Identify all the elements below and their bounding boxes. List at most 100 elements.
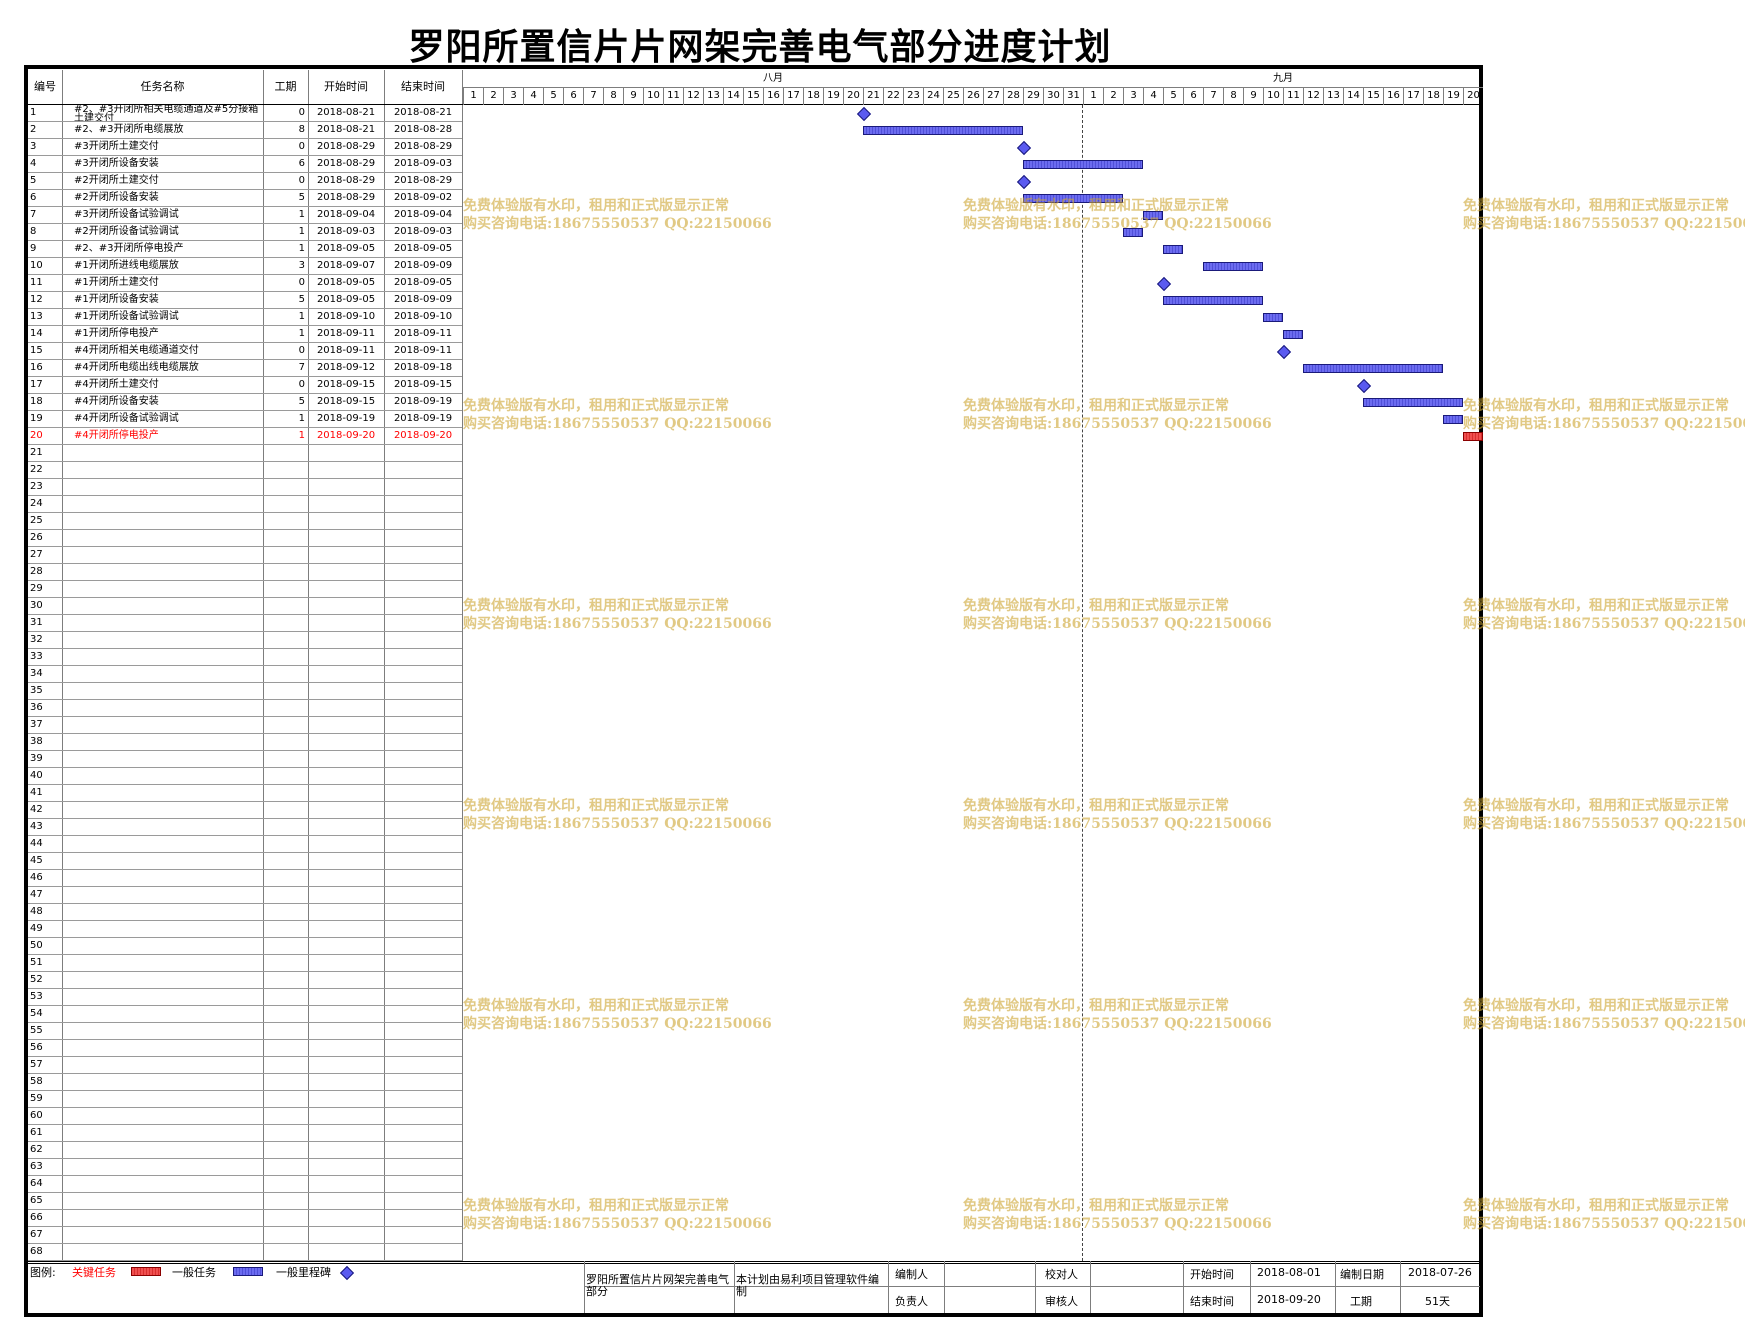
task-name	[62, 564, 263, 580]
task-bar	[1023, 194, 1123, 203]
table-row: 40	[28, 768, 462, 785]
day-label: 24	[923, 88, 943, 105]
task-name	[62, 598, 263, 614]
watermark-text: 免费体验版有水印，租用和正式版显示正常 购买咨询电话:18675550537 QQ…	[1463, 797, 1745, 833]
task-name	[62, 479, 263, 495]
task-start	[308, 1091, 384, 1107]
row-number: 43	[30, 821, 43, 832]
task-end	[384, 921, 462, 937]
table-row: 23	[28, 479, 462, 496]
table-row: 9 #2、#3开闭所停电投产 1 2018-09-05 2018-09-05	[28, 241, 462, 258]
task-name	[62, 632, 263, 648]
row-number: 54	[30, 1008, 43, 1019]
task-start	[308, 819, 384, 835]
task-end	[384, 1006, 462, 1022]
watermark-line: 购买咨询电话:18675550537 QQ:22150066	[1463, 216, 1745, 232]
task-bar	[863, 126, 1023, 135]
footer-start-value: 2018-08-01	[1257, 1266, 1321, 1279]
task-name	[62, 887, 263, 903]
table-row: 45	[28, 853, 462, 870]
row-number: 32	[30, 634, 43, 645]
task-duration	[263, 1006, 308, 1022]
day-label: 30	[1043, 88, 1063, 105]
row-number: 22	[30, 464, 43, 475]
task-start: 2018-09-20	[316, 430, 376, 441]
footer-column-line	[1183, 1261, 1184, 1313]
watermark-line: 免费体验版有水印，租用和正式版显示正常	[1463, 998, 1729, 1014]
table-bottom-line	[28, 1263, 1480, 1264]
table-row: 24	[28, 496, 462, 513]
watermark-line: 购买咨询电话:18675550537 QQ:22150066	[1463, 816, 1745, 832]
task-end	[384, 1176, 462, 1192]
task-duration: 5	[298, 396, 305, 407]
footer-end-value: 2018-09-20	[1257, 1293, 1321, 1306]
table-row: 44	[28, 836, 462, 853]
task-start	[308, 870, 384, 886]
task-duration: 5	[298, 294, 305, 305]
day-label: 1	[463, 88, 483, 105]
task-duration	[263, 700, 308, 716]
row-number: 33	[30, 651, 43, 662]
task-duration: 1	[298, 209, 305, 220]
task-duration	[263, 649, 308, 665]
task-end: 2018-08-29	[393, 175, 453, 186]
task-name	[62, 819, 263, 835]
table-row: 57	[28, 1057, 462, 1074]
row-number: 26	[30, 532, 43, 543]
table-row: 49	[28, 921, 462, 938]
task-name	[62, 802, 263, 818]
table-row: 64	[28, 1176, 462, 1193]
footer-reviewer-label: 审核人	[1045, 1295, 1078, 1308]
row-number: 10	[30, 260, 43, 271]
task-duration	[263, 989, 308, 1005]
table-row: 11 #1开闭所土建交付 0 2018-09-05 2018-09-05	[28, 275, 462, 292]
task-start	[308, 666, 384, 682]
task-start	[308, 1125, 384, 1141]
footer-column-line	[944, 1261, 945, 1313]
day-label: 2	[483, 88, 503, 105]
row-number: 48	[30, 906, 43, 917]
task-end: 2018-09-11	[393, 328, 453, 339]
task-duration: 1	[298, 226, 305, 237]
task-start: 2018-09-15	[316, 396, 376, 407]
task-start	[308, 1057, 384, 1073]
task-duration: 0	[298, 107, 305, 118]
row-number: 15	[30, 345, 43, 356]
day-label: 26	[963, 88, 983, 105]
task-end	[384, 1159, 462, 1175]
task-start	[308, 547, 384, 563]
footer-note: 本计划由易利项目管理软件编制	[736, 1273, 879, 1298]
task-start	[308, 972, 384, 988]
task-start: 2018-09-07	[316, 260, 376, 271]
task-end	[384, 1108, 462, 1124]
task-end	[384, 700, 462, 716]
day-label: 11	[663, 88, 683, 105]
row-number: 64	[30, 1178, 43, 1189]
task-start	[308, 751, 384, 767]
table-row: 46	[28, 870, 462, 887]
task-start: 2018-09-10	[316, 311, 376, 322]
task-end: 2018-09-09	[393, 260, 453, 271]
row-number: 56	[30, 1042, 43, 1053]
task-bar	[1123, 228, 1143, 237]
day-label: 17	[1403, 88, 1423, 105]
row-number: 4	[30, 158, 37, 169]
timeline-header-line	[463, 87, 1483, 88]
task-duration: 8	[298, 124, 305, 135]
row-number: 38	[30, 736, 43, 747]
table-row: 13 #1开闭所设备试验调试 1 2018-09-10 2018-09-10	[28, 309, 462, 326]
table-row: 28	[28, 564, 462, 581]
row-number: 57	[30, 1059, 43, 1070]
task-start: 2018-08-29	[316, 158, 376, 169]
legend-critical-swatch	[131, 1267, 161, 1276]
task-duration	[263, 1142, 308, 1158]
day-label: 12	[683, 88, 703, 105]
task-start	[308, 462, 384, 478]
day-label: 4	[523, 88, 543, 105]
task-end: 2018-09-03	[393, 226, 453, 237]
day-label: 19	[823, 88, 843, 105]
task-bar	[1163, 245, 1183, 254]
task-start	[308, 496, 384, 512]
task-end	[384, 462, 462, 478]
task-name	[62, 445, 263, 461]
